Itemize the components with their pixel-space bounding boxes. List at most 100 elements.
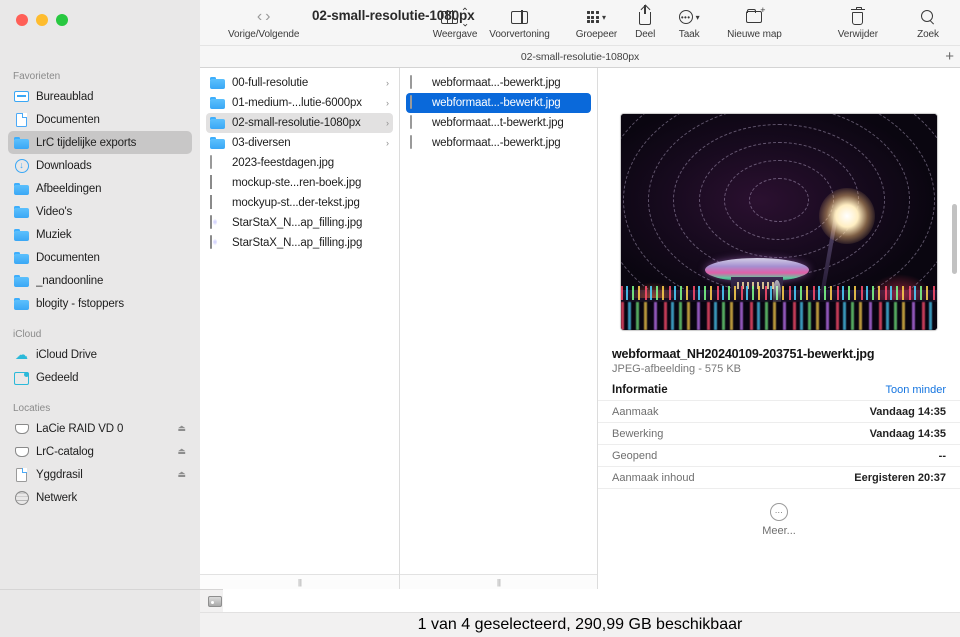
list-item-selected[interactable]: webformaat...-bewerkt.jpg: [406, 93, 591, 113]
toolbar-label-deel: Deel: [635, 29, 656, 40]
list-item[interactable]: 03-diversen ›: [206, 133, 393, 153]
info-row-bewerking: Bewerking Vandaag 14:35: [598, 422, 960, 444]
breadcrumb-item-macintosh-hd[interactable]: Macintosh HD: [208, 595, 223, 607]
list-item[interactable]: webformaat...-bewerkt.jpg: [406, 133, 591, 153]
sidebar-item-netwerk[interactable]: Netwerk: [8, 486, 192, 509]
sidebar-item-afbeeldingen[interactable]: Afbeeldingen: [8, 177, 192, 200]
info-key: Aanmaak inhoud: [612, 471, 695, 484]
list-item[interactable]: 2023-feestdagen.jpg: [206, 153, 393, 173]
toolbar-button-taak[interactable]: ••• ▾ Taak: [667, 5, 711, 40]
finder-window: ‹ › Vorige/Volgende 02-small-resolutie-1…: [0, 0, 960, 637]
sidebar-item-icloud-drive[interactable]: ☁ iCloud Drive: [8, 343, 192, 366]
folder-icon: [14, 273, 29, 288]
folder-icon: [14, 250, 29, 265]
list-item[interactable]: mockup-ste...ren-boek.jpg: [206, 173, 393, 193]
list-item[interactable]: 01-medium-...lutie-6000px ›: [206, 93, 393, 113]
show-less-link[interactable]: Toon minder: [885, 384, 946, 396]
toolbar-button-zoek[interactable]: Zoek: [906, 5, 950, 40]
list-item[interactable]: webformaat...t-bewerkt.jpg: [406, 113, 591, 133]
folder-icon: [14, 227, 29, 242]
column-two-list: webformaat...-bewerkt.jpg webformaat...-…: [400, 68, 597, 574]
preview-scrollbar[interactable]: [952, 204, 957, 274]
info-row-aanmaak-inhoud: Aanmaak inhoud Eergisteren 20:37: [598, 466, 960, 488]
folder-icon: [14, 181, 29, 196]
sidebar-item-gedeeld[interactable]: Gedeeld: [8, 366, 192, 389]
window-controls[interactable]: [16, 14, 68, 26]
eject-icon[interactable]: ⏏: [177, 423, 186, 434]
toolbar-sidebar-area: [0, 0, 200, 68]
tab-active-title[interactable]: 02-small-resolutie-1080px: [200, 51, 960, 63]
sidebar-item-documenten-2[interactable]: Documenten: [8, 246, 192, 269]
list-item[interactable]: 00-full-resolutie ›: [206, 73, 393, 93]
close-button[interactable]: [16, 14, 28, 26]
list-item[interactable]: StarStaX_N...ap_filling.jpg: [206, 213, 393, 233]
column-two: webformaat...-bewerkt.jpg webformaat...-…: [400, 68, 598, 589]
folder-icon: [210, 76, 225, 91]
navigation-buttons[interactable]: ‹ › Vorige/Volgende: [222, 5, 305, 40]
sidebar-item-label: Yggdrasil: [36, 468, 83, 481]
sidebar-item-nandoonline[interactable]: _nandoonline: [8, 269, 192, 292]
toolbar-button-voorvertoning[interactable]: Voorvertoning: [483, 5, 555, 40]
list-item[interactable]: StarStaX_N...ap_filling.jpg: [206, 233, 393, 253]
more-ellipsis-icon[interactable]: ⋯: [770, 503, 788, 521]
sidebar-item-label: Netwerk: [36, 491, 78, 504]
list-item[interactable]: webformaat...-bewerkt.jpg: [406, 73, 591, 93]
list-item-label: mockup-ste...ren-boek.jpg: [232, 177, 362, 189]
sidebar-item-downloads[interactable]: ↓ Downloads: [8, 154, 192, 177]
minimize-button[interactable]: [36, 14, 48, 26]
chevron-right-icon: ›: [386, 138, 389, 148]
image-file-icon: [210, 174, 225, 191]
chevron-right-icon: ›: [386, 98, 389, 108]
sidebar-item-documenten[interactable]: Documenten: [8, 108, 192, 131]
list-item-label: webformaat...t-bewerkt.jpg: [432, 117, 564, 129]
sidebar-item-label: LrC tijdelijke exports: [36, 136, 137, 149]
eject-icon[interactable]: ⏏: [177, 446, 186, 457]
status-bar: 1 van 4 geselecteerd, 290,99 GB beschikb…: [200, 612, 960, 637]
more-actions-area[interactable]: ⋯ Meer...: [598, 488, 960, 589]
toolbar-label-voorvertoning: Voorvertoning: [489, 29, 550, 40]
folder-icon: [210, 96, 225, 111]
zoom-button[interactable]: [56, 14, 68, 26]
sidebar-item-yggdrasil[interactable]: Yggdrasil ⏏: [8, 463, 192, 486]
list-item-label: StarStaX_N...ap_filling.jpg: [232, 217, 363, 229]
sidebar-item-lacie-raid-vd-0[interactable]: LaCie RAID VD 0 ⏏: [8, 417, 192, 440]
new-tab-button[interactable]: +: [945, 49, 954, 64]
eject-icon[interactable]: ⏏: [177, 469, 186, 480]
toolbar-label-nieuwe-map: Nieuwe map: [727, 29, 782, 40]
list-item[interactable]: mockyup-st...der-tekst.jpg: [206, 193, 393, 213]
toolbar-button-groepeer[interactable]: ▾ Groepeer: [570, 5, 623, 40]
info-value: Vandaag 14:35: [869, 427, 946, 440]
sidebar-item-label: blogity - fstoppers: [36, 297, 124, 310]
folder-icon: [14, 296, 29, 311]
image-file-icon: [410, 114, 425, 131]
sidebar-item-muziek[interactable]: Muziek: [8, 223, 192, 246]
column-one-list: 00-full-resolutie › 01-medium-...lutie-6…: [200, 68, 399, 574]
list-item-selected[interactable]: 02-small-resolutie-1080px ›: [206, 113, 393, 133]
preview-file-meta: JPEG-afbeelding - 575 KB: [612, 363, 742, 375]
info-key: Aanmaak: [612, 405, 659, 418]
water-reflections: [621, 302, 937, 330]
toolbar-button-deel[interactable]: Deel: [623, 5, 667, 40]
desktop-icon: [14, 89, 29, 104]
sidebar-item-videos[interactable]: Video's: [8, 200, 192, 223]
sidebar-item-bureaublad[interactable]: Bureaublad: [8, 85, 192, 108]
sidebar-item-blogity-fstoppers[interactable]: blogity - fstoppers: [8, 292, 192, 315]
group-grid-icon: [586, 11, 599, 23]
back-icon[interactable]: ‹: [257, 7, 262, 27]
folder-icon: [14, 204, 29, 219]
column-one-resize-handle[interactable]: |||: [200, 574, 399, 589]
sidebar-item-label: Documenten: [36, 251, 100, 264]
column-two-resize-handle[interactable]: |||: [400, 574, 597, 589]
preview-pane-icon: [511, 10, 528, 24]
more-label: Meer...: [762, 525, 796, 537]
sidebar-item-lrc-tijdelijke-exports[interactable]: LrC tijdelijke exports: [8, 131, 192, 154]
sidebar-item-label: LaCie RAID VD 0: [36, 422, 124, 435]
window-top-region: ‹ › Vorige/Volgende 02-small-resolutie-1…: [0, 0, 960, 68]
forward-icon[interactable]: ›: [265, 7, 270, 27]
trash-icon: [850, 6, 865, 25]
sidebar-item-lrc-catalog[interactable]: LrC-catalog ⏏: [8, 440, 192, 463]
preview-thumbnail-wrap: [598, 68, 960, 347]
toolbar-button-verwijder[interactable]: Verwijder: [832, 5, 884, 40]
list-item-label: StarStaX_N...ap_filling.jpg: [232, 237, 363, 249]
toolbar-button-nieuwe-map[interactable]: Nieuwe map: [721, 5, 788, 40]
